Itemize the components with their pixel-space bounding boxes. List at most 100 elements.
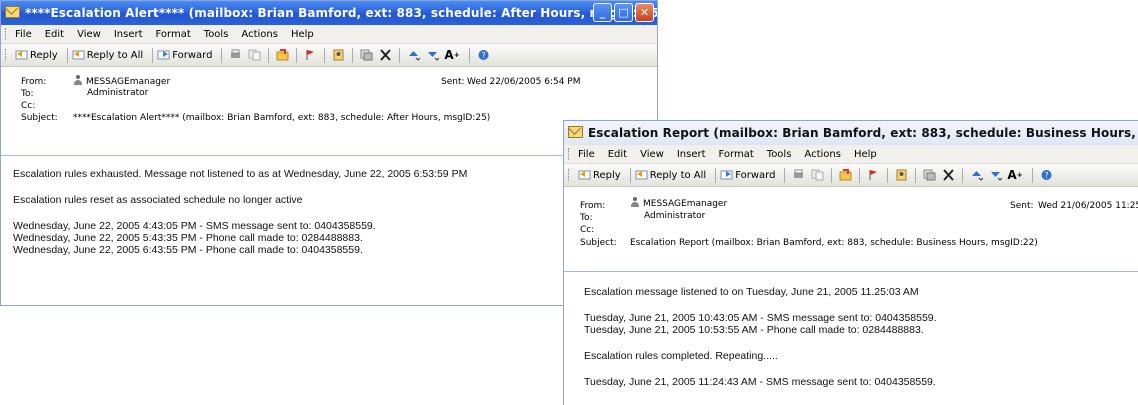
- menu-actions[interactable]: Actions: [804, 149, 841, 160]
- body-line: Wednesday, June 22, 2005 4:43:05 PM - SM…: [13, 220, 376, 232]
- menu-help[interactable]: Help: [291, 29, 314, 40]
- help-icon[interactable]: ?: [1040, 169, 1053, 181]
- grip-handle[interactable]: [5, 49, 9, 61]
- reply-all-button[interactable]: Reply to All: [72, 50, 143, 61]
- toolbar: Reply Reply to All Forward A + ?: [1, 44, 657, 67]
- escalation-alert-window: ****Escalation Alert**** (mailbox: Brian…: [0, 0, 658, 306]
- from-value[interactable]: MESSAGEmanager: [73, 75, 170, 87]
- body-line: Escalation rules completed. Repeating...…: [584, 350, 778, 362]
- sent-label: Sent:: [441, 77, 465, 87]
- window-title: ****Escalation Alert**** (mailbox: Brian…: [25, 6, 657, 20]
- delete-icon[interactable]: [942, 169, 955, 181]
- print-icon[interactable]: [792, 169, 805, 181]
- menu-view[interactable]: View: [77, 29, 101, 40]
- flag-icon[interactable]: [304, 49, 317, 61]
- subject-value: ****Escalation Alert**** (mailbox: Brian…: [73, 113, 491, 123]
- grip-handle[interactable]: [568, 169, 572, 181]
- to-label: To:: [21, 89, 34, 99]
- print-icon[interactable]: [229, 49, 242, 61]
- address-book-icon[interactable]: [895, 169, 908, 181]
- categories-icon[interactable]: [360, 49, 373, 61]
- body-line: Tuesday, June 21, 2005 11:24:43 AM - SMS…: [584, 376, 936, 388]
- menu-edit[interactable]: Edit: [608, 149, 627, 160]
- menu-bar: File Edit View Insert Format Tools Actio…: [564, 145, 1138, 164]
- menu-format[interactable]: Format: [719, 149, 754, 160]
- message-header: From: MESSAGEmanager To: Administrator C…: [564, 187, 1138, 272]
- reply-all-icon: [635, 170, 648, 179]
- menu-insert[interactable]: Insert: [677, 149, 706, 160]
- menu-edit[interactable]: Edit: [45, 29, 64, 40]
- move-to-folder-icon[interactable]: [839, 169, 852, 181]
- reply-button[interactable]: Reply: [15, 50, 58, 61]
- reply-icon: [15, 50, 28, 59]
- reply-all-button[interactable]: Reply to All: [635, 170, 706, 181]
- cc-label: Cc:: [21, 101, 36, 111]
- menu-actions[interactable]: Actions: [241, 29, 278, 40]
- menu-help[interactable]: Help: [854, 149, 877, 160]
- person-icon: [73, 75, 83, 85]
- delete-icon[interactable]: [379, 49, 392, 61]
- body-line: Escalation message listened to on Tuesda…: [584, 286, 919, 298]
- svg-text:?: ?: [481, 51, 485, 60]
- maximize-button[interactable]: □: [614, 3, 633, 22]
- from-label: From:: [580, 201, 606, 211]
- forward-button[interactable]: Forward: [157, 50, 212, 61]
- font-size-button[interactable]: A +: [444, 48, 459, 62]
- window-title: Escalation Report (mailbox: Brian Bamfor…: [588, 126, 1138, 140]
- help-icon[interactable]: ?: [477, 49, 490, 61]
- address-book-icon[interactable]: [332, 49, 345, 61]
- toolbar: Reply Reply to All Forward A + ?: [564, 164, 1138, 187]
- flag-icon[interactable]: [867, 169, 880, 181]
- to-label: To:: [580, 213, 593, 223]
- menu-format[interactable]: Format: [156, 29, 191, 40]
- title-bar[interactable]: Escalation Report (mailbox: Brian Bamfor…: [564, 121, 1138, 145]
- from-label: From:: [21, 77, 47, 87]
- previous-item-icon[interactable]: [407, 49, 421, 61]
- body-line: Tuesday, June 21, 2005 10:53:55 AM - Pho…: [584, 324, 924, 336]
- body-line: Wednesday, June 22, 2005 5:43:35 PM - Ph…: [13, 232, 363, 244]
- forward-icon: [720, 170, 733, 179]
- envelope-icon: [5, 6, 20, 18]
- subject-value: Escalation Report (mailbox: Brian Bamfor…: [630, 238, 1038, 248]
- copy-icon[interactable]: [811, 169, 824, 181]
- forward-button[interactable]: Forward: [720, 170, 775, 181]
- menu-file[interactable]: File: [15, 29, 32, 40]
- sent-label: Sent:: [1010, 201, 1034, 211]
- to-value[interactable]: Administrator: [644, 211, 705, 221]
- from-value[interactable]: MESSAGEmanager: [630, 197, 727, 209]
- menu-insert[interactable]: Insert: [114, 29, 143, 40]
- menu-tools[interactable]: Tools: [767, 149, 792, 160]
- escalation-report-window: Escalation Report (mailbox: Brian Bamfor…: [563, 120, 1138, 405]
- cc-label: Cc:: [580, 225, 595, 235]
- svg-text:?: ?: [1044, 171, 1048, 180]
- body-line: Escalation rules exhausted. Message not …: [13, 168, 468, 180]
- close-button[interactable]: ✕: [635, 3, 654, 22]
- next-item-icon[interactable]: [426, 49, 440, 61]
- title-bar[interactable]: ****Escalation Alert**** (mailbox: Brian…: [1, 1, 657, 25]
- menu-file[interactable]: File: [578, 149, 595, 160]
- grip-handle[interactable]: [568, 148, 572, 160]
- previous-item-icon[interactable]: [970, 169, 984, 181]
- subject-label: Subject:: [580, 238, 617, 248]
- subject-label: Subject:: [21, 113, 58, 123]
- copy-icon[interactable]: [248, 49, 261, 61]
- move-to-folder-icon[interactable]: [276, 49, 289, 61]
- body-line: Escalation rules reset as associated sch…: [13, 194, 303, 206]
- reply-button[interactable]: Reply: [578, 170, 621, 181]
- next-item-icon[interactable]: [989, 169, 1003, 181]
- categories-icon[interactable]: [923, 169, 936, 181]
- grip-handle[interactable]: [5, 28, 9, 40]
- message-header: From: MESSAGEmanager To: Administrator C…: [1, 67, 657, 156]
- body-line: Tuesday, June 21, 2005 10:43:05 AM - SMS…: [584, 312, 937, 324]
- message-body: Escalation rules exhausted. Message not …: [1, 156, 657, 256]
- menu-tools[interactable]: Tools: [204, 29, 229, 40]
- reply-icon: [578, 170, 591, 179]
- reply-all-icon: [72, 50, 85, 59]
- minimize-button[interactable]: _: [593, 3, 612, 22]
- to-value[interactable]: Administrator: [87, 88, 148, 98]
- person-icon: [630, 197, 640, 207]
- message-body: Escalation message listened to on Tuesda…: [564, 272, 1138, 388]
- envelope-icon: [568, 126, 583, 138]
- font-size-button[interactable]: A +: [1007, 168, 1022, 182]
- menu-view[interactable]: View: [640, 149, 664, 160]
